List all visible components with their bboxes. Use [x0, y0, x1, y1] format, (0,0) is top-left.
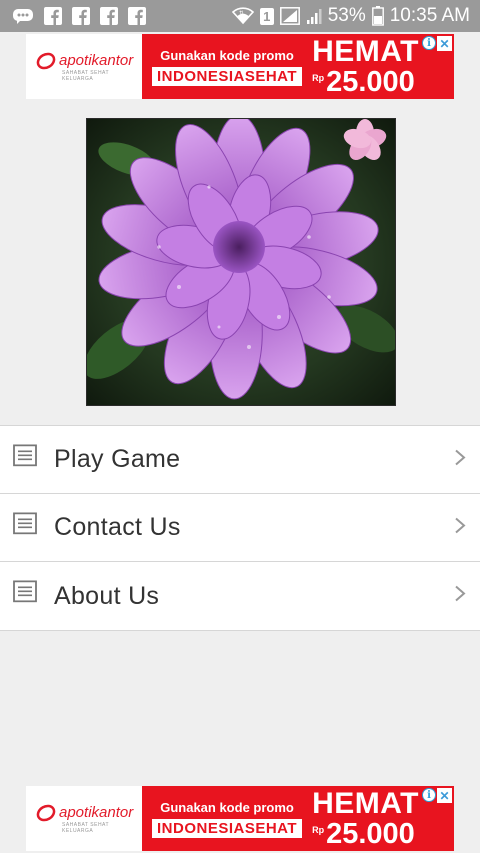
ad-close-icon[interactable]: ✕ — [437, 36, 452, 51]
list-document-icon — [13, 580, 37, 607]
ad-promo-code: INDONESIASEHAT — [152, 818, 303, 838]
ad-tagline: SAHABAT SEHAT KELUARGA — [62, 69, 109, 82]
menu-item-play-game[interactable]: Play Game — [0, 425, 480, 493]
flower-image — [83, 114, 399, 406]
ad-tagline: SAHABAT SEHAT KELUARGA — [62, 821, 109, 834]
ad-price: 25.000 — [326, 65, 415, 98]
facebook-icon — [72, 7, 90, 25]
menu-item-label: Play Game — [54, 445, 181, 473]
ad-brand: apotikantor — [59, 804, 134, 821]
ad-close-icon[interactable]: ✕ — [437, 788, 452, 803]
wifi-icon: ⇅ — [231, 7, 254, 25]
ad-logo: apotikantor SAHABAT SEHAT KELUARGA — [26, 34, 142, 99]
chevron-right-icon — [454, 516, 466, 539]
ad-banner-bottom[interactable]: apotikantor SAHABAT SEHAT KELUARGA Gunak… — [26, 786, 454, 851]
sim-slot-indicator: 1 — [259, 7, 274, 25]
chevron-right-icon — [454, 585, 466, 608]
ad-info-icon[interactable]: i — [422, 36, 436, 50]
main-menu: Play Game Contact Us About Us — [0, 425, 480, 631]
clock: 10:35 AM — [389, 5, 470, 26]
menu-item-label: Contact Us — [54, 513, 181, 541]
menu-item-about-us[interactable]: About Us — [0, 561, 480, 631]
chat-icon — [12, 7, 34, 25]
list-document-icon — [13, 511, 37, 539]
ad-currency: Rp — [312, 824, 325, 835]
ad-promo-code: INDONESIASEHAT — [152, 66, 303, 86]
menu-item-contact-us[interactable]: Contact Us — [0, 493, 480, 561]
status-bar: ⇅ 1 53% 10:35 AM — [0, 0, 480, 32]
signal-icon — [279, 7, 300, 25]
facebook-icon — [128, 7, 146, 25]
chevron-right-icon — [454, 448, 466, 471]
ad-brand: apotikantor — [59, 52, 134, 69]
ad-promo-text: Gunakan kode promo — [160, 47, 294, 63]
ad-promo-panel: Gunakan kode promo INDONESIASEHAT HEMAT … — [142, 34, 454, 99]
ad-currency: Rp — [312, 72, 325, 83]
signal-strength-icon — [306, 7, 322, 25]
battery-icon — [371, 6, 384, 26]
menu-item-label: About Us — [54, 581, 160, 610]
ad-price: 25.000 — [326, 817, 415, 850]
battery-percent: 53% — [327, 5, 366, 26]
pill-logo-icon — [36, 52, 56, 69]
ad-headline: HEMAT — [312, 34, 420, 68]
ad-banner-top[interactable]: apotikantor SAHABAT SEHAT KELUARGA Gunak… — [26, 34, 454, 99]
ad-headline: HEMAT — [312, 786, 420, 820]
ad-promo-panel: Gunakan kode promo INDONESIASEHAT HEMAT … — [142, 786, 454, 851]
ad-info-icon[interactable]: i — [422, 788, 436, 802]
facebook-icon — [100, 7, 118, 25]
list-document-icon — [13, 443, 37, 471]
pill-logo-icon — [36, 804, 56, 821]
facebook-icon — [44, 7, 62, 25]
notification-icons — [12, 7, 156, 25]
ad-promo-text: Gunakan kode promo — [160, 799, 294, 815]
ad-logo: apotikantor SAHABAT SEHAT KELUARGA — [26, 786, 142, 851]
svg-text:⇅: ⇅ — [239, 10, 244, 17]
